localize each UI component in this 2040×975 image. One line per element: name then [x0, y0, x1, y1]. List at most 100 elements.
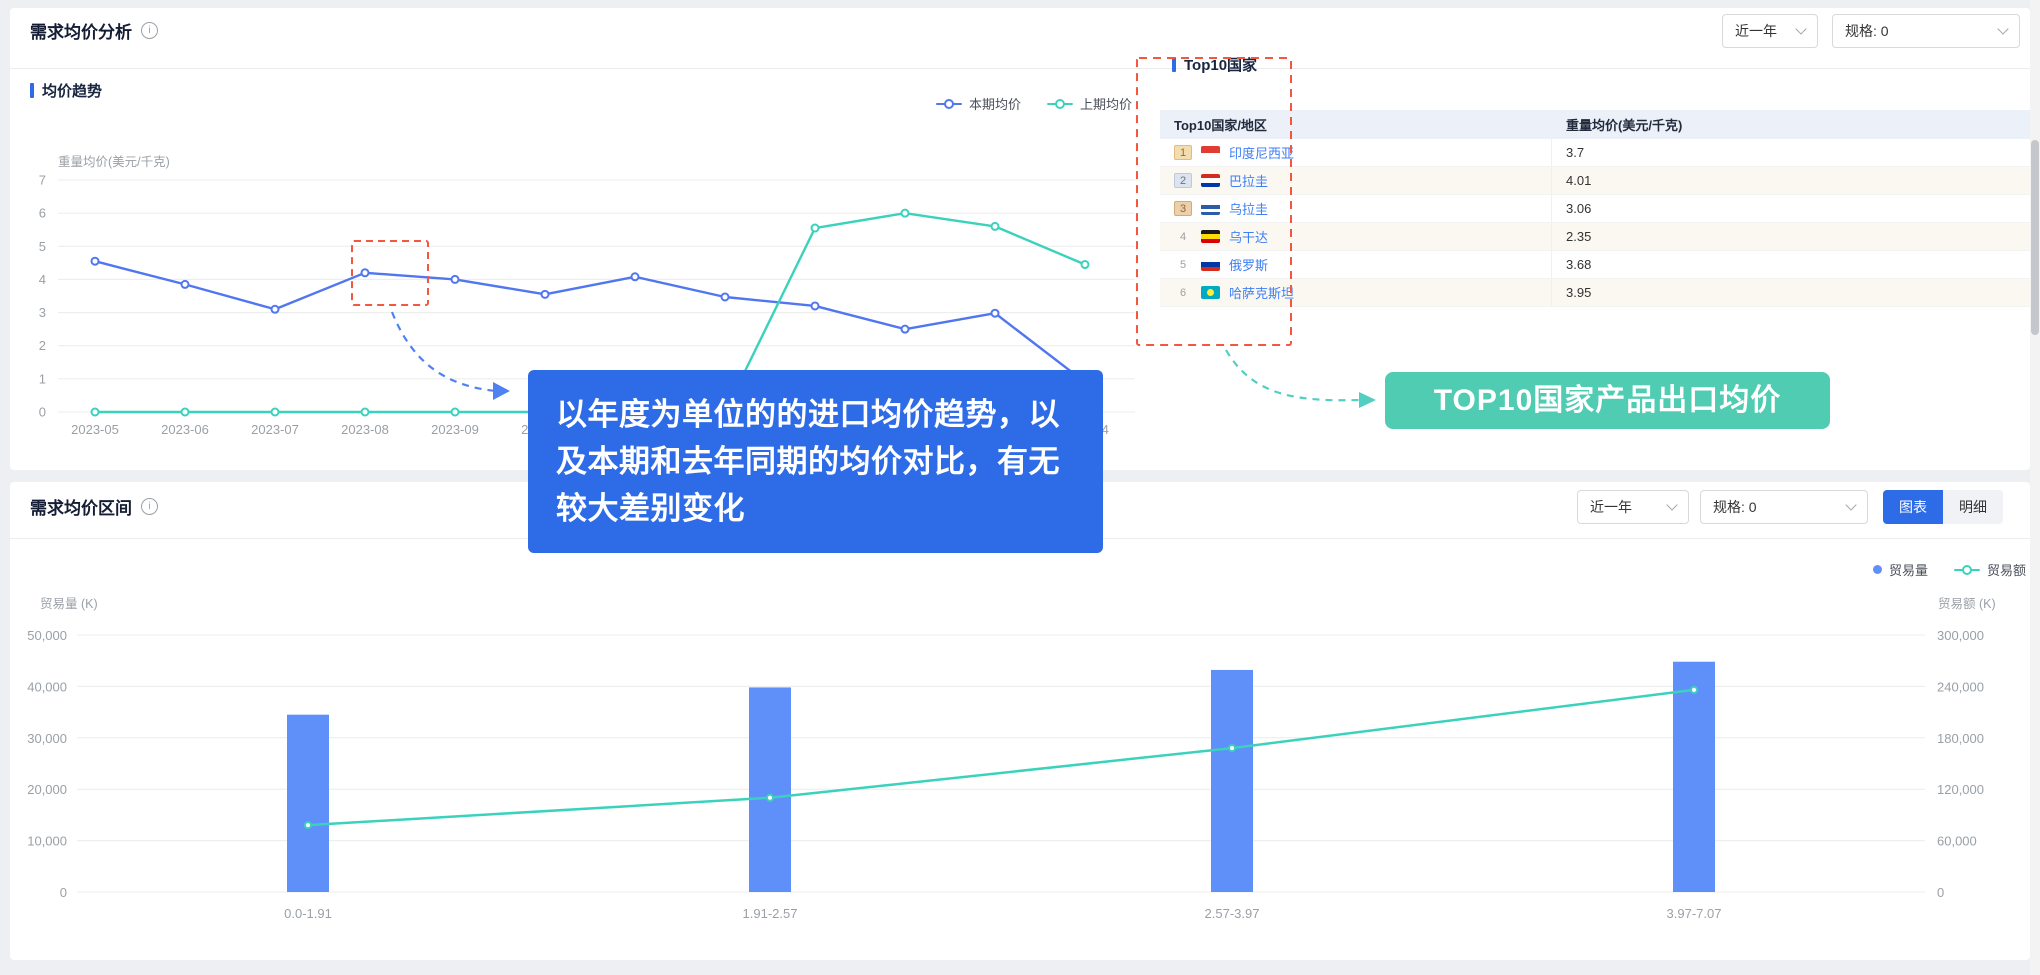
legend-dot-icon	[1873, 565, 1882, 574]
country-link[interactable]: 巴拉圭	[1229, 171, 1268, 190]
table-row[interactable]: 2 巴拉圭 4.01	[1160, 167, 2030, 195]
country-link[interactable]: 乌干达	[1229, 227, 1268, 246]
view-toggle: 图表 明细	[1883, 490, 2003, 524]
svg-text:5: 5	[39, 239, 46, 254]
divider	[10, 68, 2030, 69]
svg-text:0: 0	[60, 885, 67, 900]
time-range-select[interactable]: 近一年	[1577, 490, 1689, 524]
page-title: 需求均价分析	[30, 18, 132, 43]
value-cell: 2.35	[1552, 223, 2031, 251]
country-flag-icon	[1201, 286, 1220, 299]
value-cell: 4.01	[1552, 167, 2031, 195]
value-cell: 3.95	[1552, 279, 2031, 307]
note-blue: 以年度为单位的的进口均价趋势，以及本期和去年同期的均价对比，有无较大差别变化	[528, 370, 1103, 553]
svg-text:50,000: 50,000	[27, 628, 67, 643]
spec-select[interactable]: 规格: 0	[1832, 14, 2020, 48]
table-header-cell: 重量均价(美元/千克)	[1552, 110, 2031, 139]
rank-number: 5	[1174, 257, 1192, 272]
legend-line-icon	[1954, 565, 1980, 575]
country-flag-icon	[1201, 174, 1220, 187]
chevron-down-icon	[1666, 499, 1677, 510]
table-header-cell: Top10国家/地区	[1160, 110, 1552, 139]
country-flag-icon	[1201, 202, 1220, 215]
rank-number: 4	[1174, 229, 1192, 244]
country-flag-icon	[1201, 258, 1220, 271]
country-flag-icon	[1201, 146, 1220, 159]
trend-chart-legend: 本期均价 上期均价	[936, 94, 1132, 113]
country-cell: 3 乌拉圭	[1160, 195, 1552, 223]
svg-text:0: 0	[1937, 885, 1944, 900]
country-link[interactable]: 哈萨克斯坦	[1229, 283, 1294, 302]
svg-text:40,000: 40,000	[27, 679, 67, 694]
country-link[interactable]: 印度尼西亚	[1229, 143, 1294, 162]
legend-label: 贸易量	[1889, 560, 1928, 579]
table-row[interactable]: 4 乌干达 2.35	[1160, 223, 2030, 251]
page-title: 需求均价区间	[30, 494, 132, 519]
chevron-down-icon	[1997, 23, 2008, 34]
svg-text:1.91-2.57: 1.91-2.57	[743, 906, 798, 921]
svg-text:重量均价(美元/千克): 重量均价(美元/千克)	[58, 154, 170, 169]
scrollbar-thumb[interactable]	[2031, 140, 2039, 335]
info-icon[interactable]: i	[141, 22, 158, 39]
legend-item[interactable]: 贸易量	[1873, 560, 1928, 579]
table-row[interactable]: 1印度尼西亚3.7	[1160, 139, 2030, 167]
select-label: 近一年	[1590, 497, 1632, 517]
svg-text:贸易量 (K): 贸易量 (K)	[40, 597, 98, 611]
price-range-chart: 010,00020,00030,00040,00050,000060,00012…	[20, 582, 2020, 940]
section-marker	[1172, 57, 1176, 72]
legend-item[interactable]: 贸易额	[1954, 560, 2026, 579]
country-cell: 5 俄罗斯	[1160, 251, 1552, 279]
country-cell: 1印度尼西亚	[1160, 139, 1552, 167]
table-row[interactable]: 5俄罗斯3.68	[1160, 251, 2030, 279]
scrollbar	[2030, 0, 2040, 975]
value-cell: 3.7	[1552, 139, 2031, 167]
legend-label: 本期均价	[969, 94, 1021, 113]
card1-title-row: 需求均价分析 i	[30, 18, 158, 43]
toggle-chart-button[interactable]: 图表	[1883, 490, 1943, 524]
country-flag-icon	[1201, 230, 1220, 243]
note-teal: TOP10国家产品出口均价	[1385, 372, 1830, 429]
time-range-select[interactable]: 近一年	[1722, 14, 1818, 48]
svg-text:7: 7	[39, 173, 46, 188]
svg-text:1: 1	[39, 371, 46, 386]
svg-text:20,000: 20,000	[27, 782, 67, 797]
table-row[interactable]: 3 乌拉圭 3.06	[1160, 195, 2030, 223]
svg-text:2023-06: 2023-06	[161, 422, 209, 437]
legend-line-icon	[1047, 99, 1073, 109]
subsection-top10: Top10国家	[1172, 54, 1257, 75]
country-cell: 4 乌干达	[1160, 223, 1552, 251]
value-cell: 3.06	[1552, 195, 2031, 223]
svg-text:2: 2	[39, 338, 46, 353]
select-label: 近一年	[1735, 21, 1777, 41]
subsection-avg-price-trend: 均价趋势	[30, 80, 102, 101]
svg-text:2023-05: 2023-05	[71, 422, 119, 437]
spec-select[interactable]: 规格: 0	[1700, 490, 1868, 524]
svg-text:30,000: 30,000	[27, 731, 67, 746]
svg-text:2023-07: 2023-07	[251, 422, 299, 437]
country-link[interactable]: 俄罗斯	[1229, 255, 1268, 274]
legend-label: 上期均价	[1080, 94, 1132, 113]
svg-text:6: 6	[39, 206, 46, 221]
svg-text:0: 0	[39, 405, 46, 420]
svg-text:2023-09: 2023-09	[431, 422, 479, 437]
table-row[interactable]: 6哈萨克斯坦3.95	[1160, 279, 2030, 307]
country-cell: 6哈萨克斯坦	[1160, 279, 1552, 307]
rank-medal-icon: 3	[1174, 201, 1192, 216]
legend-line-icon	[936, 99, 962, 109]
legend-item[interactable]: 上期均价	[1047, 94, 1132, 113]
legend-label: 贸易额	[1987, 560, 2026, 579]
info-icon[interactable]: i	[141, 498, 158, 515]
country-link[interactable]: 乌拉圭	[1229, 199, 1268, 218]
rank-medal-icon: 2	[1174, 173, 1192, 188]
top10-title: Top10国家	[1184, 54, 1257, 75]
top10-table: Top10国家/地区重量均价(美元/千克)1印度尼西亚3.7 2 巴拉圭 4.01 3 乌…	[1160, 110, 2030, 307]
legend-item[interactable]: 本期均价	[936, 94, 1021, 113]
svg-text:贸易额 (K): 贸易额 (K)	[1938, 597, 1996, 611]
svg-text:2023-08: 2023-08	[341, 422, 389, 437]
toggle-detail-button[interactable]: 明细	[1943, 490, 2003, 524]
select-label: 规格: 0	[1713, 497, 1757, 517]
svg-text:2.57-3.97: 2.57-3.97	[1205, 906, 1260, 921]
country-cell: 2 巴拉圭	[1160, 167, 1552, 195]
svg-text:120,000: 120,000	[1937, 782, 1984, 797]
svg-text:10,000: 10,000	[27, 834, 67, 849]
